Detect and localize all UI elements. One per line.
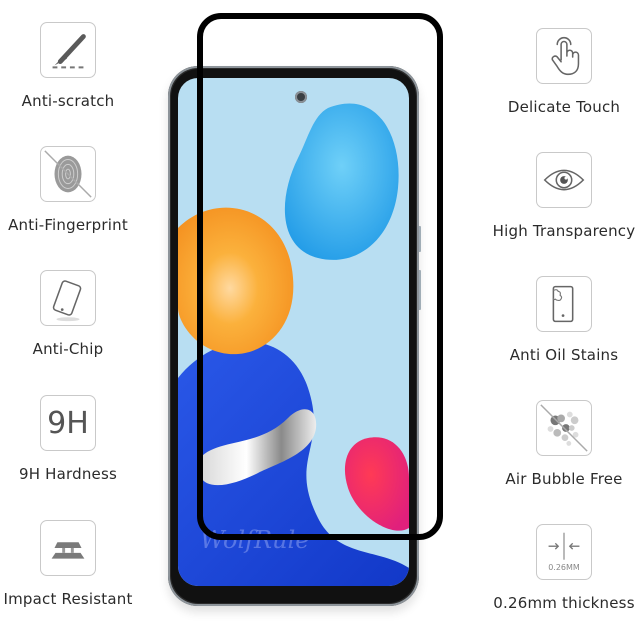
icon-text: 9H	[47, 405, 89, 441]
feature-thickness: 0.26MM 0.26mm thickness	[484, 524, 640, 612]
feature-delicate-touch: Delicate Touch	[484, 28, 640, 116]
feature-label: Air Bubble Free	[505, 470, 623, 488]
feature-label: Anti-scratch	[21, 92, 115, 110]
layered-plates-icon	[40, 520, 96, 576]
bubbles-crossed-icon	[536, 400, 592, 456]
feature-9h-hardness: 9H 9H Hardness	[0, 395, 148, 483]
scalpel-icon	[40, 22, 96, 78]
thickness-arrows-icon: 0.26MM	[536, 524, 592, 580]
icon-text: 0.26MM	[548, 563, 580, 572]
feature-anti-scratch: Anti-scratch	[0, 22, 148, 110]
eye-icon	[536, 152, 592, 208]
feature-label: 9H Hardness	[18, 465, 118, 483]
feature-label: Anti-Fingerprint	[8, 216, 128, 234]
feature-anti-chip: Anti-Chip	[0, 270, 148, 358]
feature-label: Delicate Touch	[507, 98, 621, 116]
feature-air-bubble-free: Air Bubble Free	[484, 400, 640, 488]
feature-label: Anti Oil Stains	[509, 346, 619, 364]
feature-label: High Transparency	[492, 222, 636, 240]
9h-text-icon: 9H	[40, 395, 96, 451]
phone-oil-splash-icon	[536, 276, 592, 332]
feature-label: 0.26mm thickness	[493, 594, 635, 612]
feature-high-transparency: High Transparency	[484, 152, 640, 240]
tilted-phone-icon	[40, 270, 96, 326]
pointing-hand-icon	[536, 28, 592, 84]
screen-protector-outline	[197, 13, 443, 540]
feature-anti-fingerprint: Anti-Fingerprint	[0, 146, 148, 234]
feature-label: Impact Resistant	[3, 590, 133, 608]
feature-impact-resistant: Impact Resistant	[0, 520, 148, 608]
feature-anti-oil-stains: Anti Oil Stains	[484, 276, 640, 364]
feature-label: Anti-Chip	[32, 340, 104, 358]
fingerprint-crossed-icon	[40, 146, 96, 202]
